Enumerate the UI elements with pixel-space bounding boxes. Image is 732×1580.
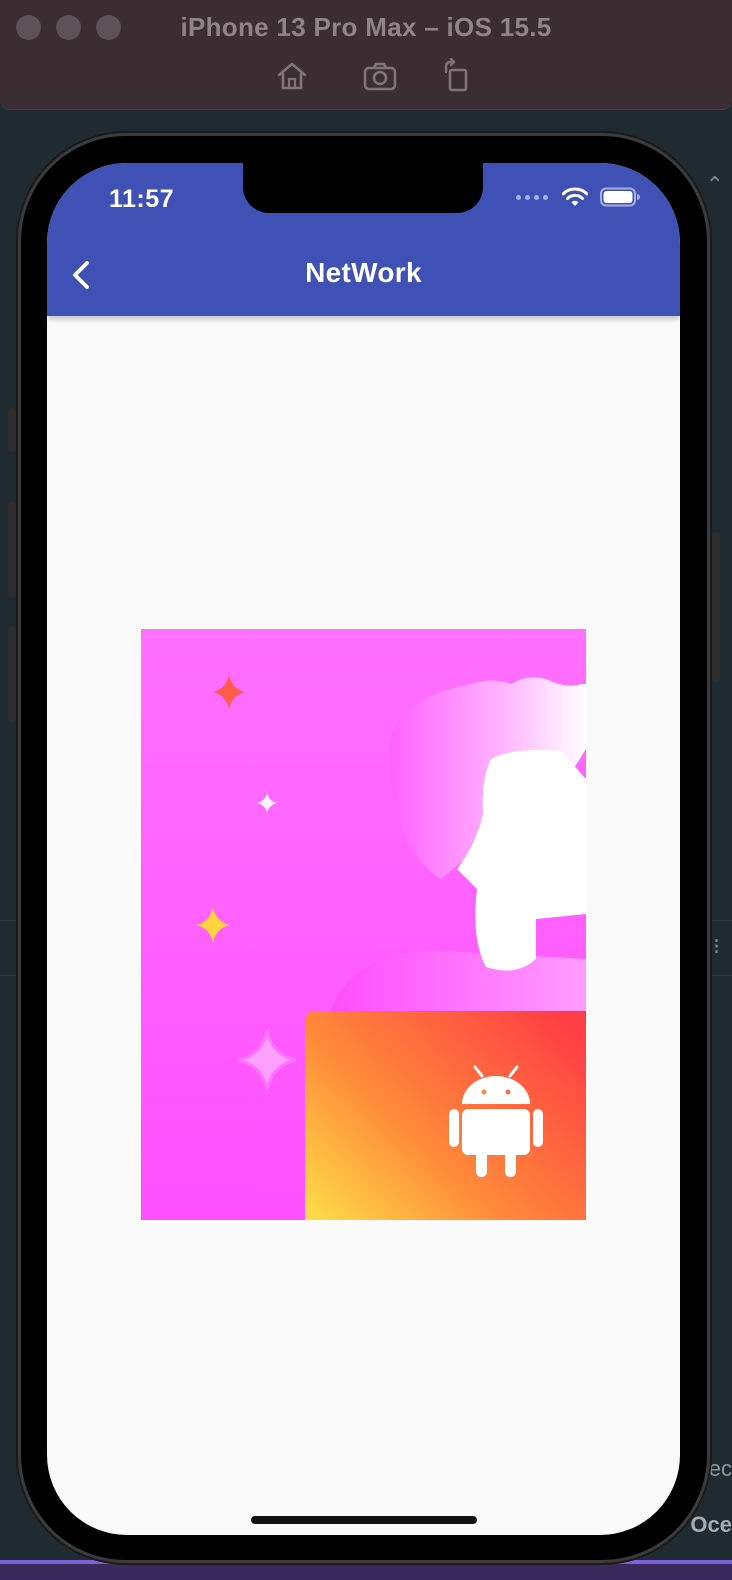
page-title: NetWork	[305, 257, 422, 288]
simulator-title: iPhone 13 Pro Max – iOS 15.5	[180, 12, 552, 42]
ide-text-fragment: Oce	[690, 1512, 732, 1537]
volume-up-button	[8, 502, 16, 598]
home-indicator[interactable]	[251, 1516, 477, 1524]
status-icons	[516, 187, 640, 207]
battery-icon	[600, 187, 640, 207]
app-bar: 11:57 NetWork	[47, 163, 680, 316]
volume-down-button	[8, 626, 16, 722]
wifi-icon	[562, 187, 588, 206]
network-image	[141, 629, 586, 1220]
screenshot-icon[interactable]	[362, 58, 398, 94]
power-button	[712, 532, 720, 682]
notch	[243, 163, 483, 213]
status-time: 11:57	[109, 185, 175, 213]
simulator-titlebar: iPhone 13 Pro Max – iOS 15.5	[0, 0, 732, 110]
phone-screen: 11:57 NetWork	[47, 163, 680, 1535]
rotate-icon[interactable]	[440, 58, 476, 94]
home-icon[interactable]	[274, 58, 310, 94]
ide-text-fragment: ec	[708, 1456, 732, 1481]
ide-collapse-icon: ⌃	[705, 172, 724, 197]
ide-status-bar	[0, 1560, 732, 1580]
ide-gutter-mark: ⁝	[713, 934, 720, 959]
cellular-dots-icon	[516, 194, 548, 200]
silent-switch	[8, 408, 16, 452]
